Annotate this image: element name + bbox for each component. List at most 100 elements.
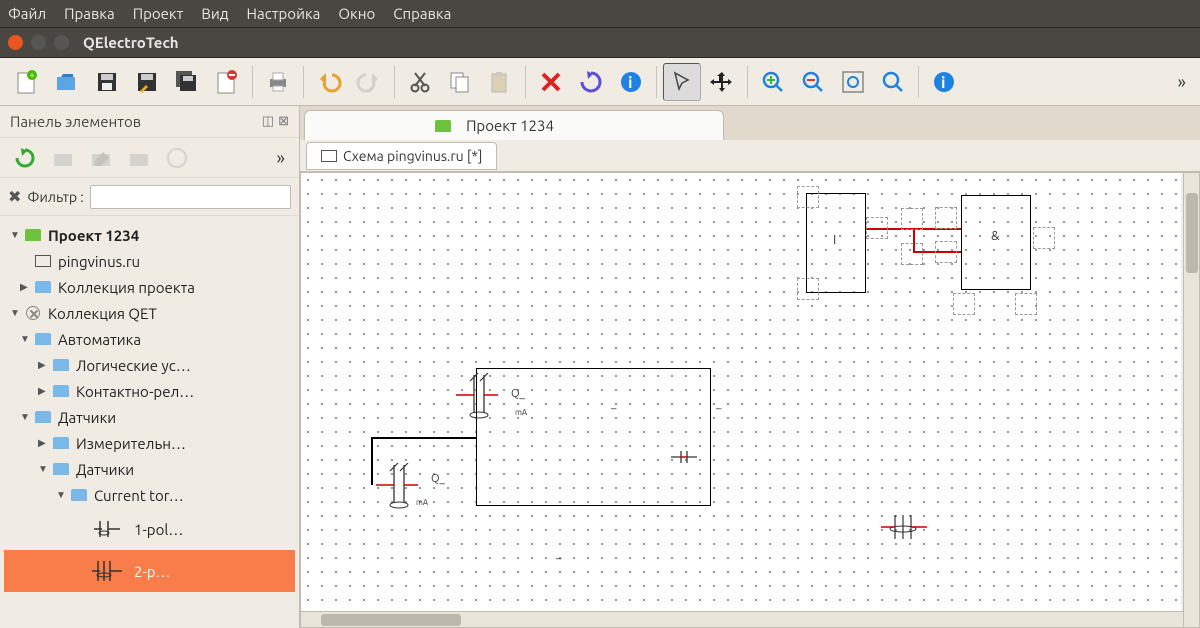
toolbar-overflow-icon[interactable]: » bbox=[1172, 72, 1192, 92]
rotate-button[interactable] bbox=[572, 63, 610, 101]
new-button[interactable]: + bbox=[8, 63, 46, 101]
save-button[interactable] bbox=[88, 63, 126, 101]
separator bbox=[656, 66, 657, 98]
terminal[interactable] bbox=[1015, 293, 1037, 315]
tree-logic[interactable]: ▶Логические ус… bbox=[4, 352, 295, 378]
zoom-in-button[interactable] bbox=[754, 63, 792, 101]
panel-detach-icon[interactable]: ◫ bbox=[262, 114, 274, 129]
tree-collection-project[interactable]: ▶Коллекция проекта bbox=[4, 274, 295, 300]
tree-element-2p[interactable]: 2-p… bbox=[4, 550, 295, 592]
menu-edit[interactable]: Правка bbox=[64, 5, 115, 22]
undo-button[interactable] bbox=[310, 63, 348, 101]
wire[interactable] bbox=[371, 437, 476, 439]
component-q1[interactable] bbox=[456, 373, 526, 433]
component-q1-unit: mA bbox=[515, 408, 527, 417]
move-tool-button[interactable] bbox=[703, 63, 741, 101]
panel-header: Панель элементов ◫ ⊠ bbox=[0, 106, 299, 138]
separator bbox=[252, 66, 253, 98]
panel-toolbar-overflow-icon[interactable]: » bbox=[271, 148, 291, 168]
tree-schema[interactable]: pingvinus.ru bbox=[4, 248, 295, 274]
menu-view[interactable]: Вид bbox=[201, 5, 228, 22]
filter-row: ✖ Фильтр : bbox=[0, 178, 299, 216]
svg-text:i: i bbox=[628, 74, 632, 92]
zoom-fit-button[interactable] bbox=[834, 63, 872, 101]
menu-file[interactable]: Файл bbox=[8, 5, 46, 22]
menu-project[interactable]: Проект bbox=[133, 5, 184, 22]
terminal[interactable] bbox=[935, 207, 957, 229]
terminal[interactable] bbox=[1033, 227, 1055, 249]
print-button[interactable] bbox=[259, 63, 297, 101]
menu-help[interactable]: Справка bbox=[393, 5, 451, 22]
tree-sensors2[interactable]: ▼Датчики bbox=[4, 456, 295, 482]
schema-tab[interactable]: Схема pingvinus.ru [*] bbox=[306, 142, 497, 170]
schema-icon bbox=[321, 150, 337, 162]
panel-title: Панель элементов bbox=[10, 113, 141, 130]
panel-delete-button[interactable] bbox=[122, 141, 156, 175]
zoom-reset-button[interactable] bbox=[874, 63, 912, 101]
terminal[interactable] bbox=[866, 217, 888, 239]
paste-button[interactable] bbox=[481, 63, 519, 101]
info-button[interactable]: i bbox=[612, 63, 650, 101]
redo-button[interactable] bbox=[350, 63, 388, 101]
elements-tree[interactable]: ▼Проект 1234 pingvinus.ru ▶Коллекция про… bbox=[0, 216, 299, 628]
schematic-canvas[interactable]: I & bbox=[301, 173, 1181, 628]
panel-toolbar: » bbox=[0, 138, 299, 178]
terminal[interactable] bbox=[935, 241, 957, 263]
component-q1-label: Q_ bbox=[511, 388, 525, 400]
main-toolbar: + i i » bbox=[0, 58, 1200, 106]
panel-edit-button[interactable] bbox=[84, 141, 118, 175]
terminal[interactable] bbox=[953, 293, 975, 315]
select-tool-button[interactable] bbox=[663, 63, 701, 101]
filter-input[interactable] bbox=[90, 185, 291, 209]
tree-measuring[interactable]: ▶Измерительн… bbox=[4, 430, 295, 456]
window-minimize-icon[interactable] bbox=[31, 35, 46, 50]
menubar: Файл Правка Проект Вид Настройка Окно Сп… bbox=[0, 0, 1200, 28]
separator bbox=[525, 66, 526, 98]
tree-element-1pol[interactable]: 1-pol… bbox=[4, 508, 295, 550]
terminal[interactable] bbox=[901, 208, 923, 230]
separator bbox=[918, 66, 919, 98]
panel-reload-button[interactable] bbox=[8, 141, 42, 175]
panel-new-element-button[interactable] bbox=[160, 141, 194, 175]
svg-text:+: + bbox=[30, 70, 35, 80]
terminal[interactable] bbox=[797, 186, 819, 208]
component-q2[interactable] bbox=[376, 463, 446, 523]
copy-button[interactable] bbox=[441, 63, 479, 101]
logic-block-and-label: & bbox=[991, 229, 1000, 243]
terminal[interactable] bbox=[797, 278, 819, 300]
menu-settings[interactable]: Настройка bbox=[247, 5, 321, 22]
clear-filter-icon[interactable]: ✖ bbox=[8, 187, 21, 206]
cut-button[interactable] bbox=[401, 63, 439, 101]
horizontal-scrollbar[interactable] bbox=[301, 611, 1183, 627]
menu-window[interactable]: Окно bbox=[338, 5, 375, 22]
window-close-icon[interactable] bbox=[8, 35, 23, 50]
close-button[interactable] bbox=[208, 63, 246, 101]
save-all-button[interactable] bbox=[168, 63, 206, 101]
scrollbar-thumb[interactable] bbox=[1186, 193, 1198, 273]
vertical-scrollbar[interactable] bbox=[1183, 173, 1199, 627]
tree-collection-qet[interactable]: ▼Коллекция QET bbox=[4, 300, 295, 326]
wire[interactable] bbox=[371, 437, 373, 485]
separator bbox=[303, 66, 304, 98]
document-tab[interactable]: Проект 1234 bbox=[304, 110, 724, 140]
tree-project[interactable]: ▼Проект 1234 bbox=[4, 222, 295, 248]
save-as-button[interactable] bbox=[128, 63, 166, 101]
component-q2-label: Q_ bbox=[431, 473, 445, 485]
terminal[interactable] bbox=[901, 243, 923, 265]
panel-new-folder-button[interactable] bbox=[46, 141, 80, 175]
panel-close-icon[interactable]: ⊠ bbox=[278, 114, 289, 129]
window-maximize-icon[interactable] bbox=[54, 35, 69, 50]
separator bbox=[394, 66, 395, 98]
tree-automation[interactable]: ▼Автоматика bbox=[4, 326, 295, 352]
tree-contact[interactable]: ▶Контактно-рел… bbox=[4, 378, 295, 404]
scrollbar-thumb[interactable] bbox=[321, 614, 461, 626]
open-button[interactable] bbox=[48, 63, 86, 101]
canvas-viewport[interactable]: I & bbox=[300, 172, 1200, 628]
about-button[interactable]: i bbox=[925, 63, 963, 101]
tree-current[interactable]: ▼Current tor… bbox=[4, 482, 295, 508]
delete-button[interactable] bbox=[532, 63, 570, 101]
small-element[interactable] bbox=[881, 513, 931, 543]
tree-sensors[interactable]: ▼Датчики bbox=[4, 404, 295, 430]
zoom-out-button[interactable] bbox=[794, 63, 832, 101]
connector[interactable] bbox=[671, 447, 697, 467]
